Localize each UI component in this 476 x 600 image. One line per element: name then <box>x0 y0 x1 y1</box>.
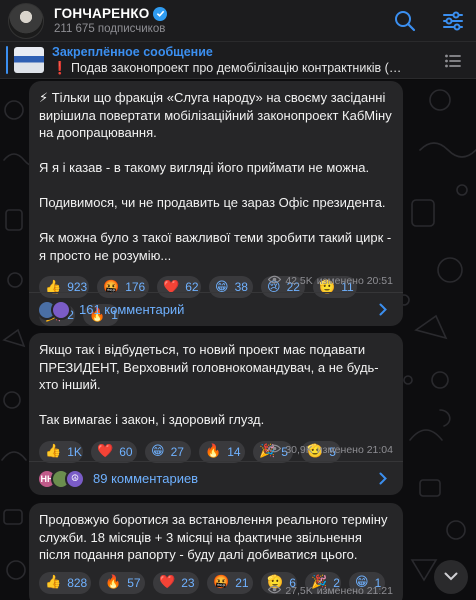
reaction-chip[interactable]: 👍 1K <box>39 440 83 463</box>
view-count: 30,9K <box>285 444 313 456</box>
comments-count: 161 комментарий <box>79 302 185 317</box>
chevron-down-icon <box>444 568 458 586</box>
post-paragraph: ⚡ Тільки що фракція «Слуга народу» на св… <box>39 90 392 140</box>
post-text: ⚡ Тільки що фракція «Слуга народу» на св… <box>39 89 393 264</box>
verified-icon <box>153 6 168 21</box>
pinned-list-icon[interactable] <box>444 52 462 75</box>
reaction-chip[interactable]: 🤬 21 <box>207 571 253 594</box>
pinned-indicator <box>6 46 8 74</box>
post-meta: 30,9K изменено 21:04 <box>268 444 393 456</box>
eye-icon <box>268 585 282 597</box>
edited-time: изменено 20:51 <box>316 275 393 287</box>
eye-icon <box>268 444 282 456</box>
channel-info[interactable]: ГОНЧАРЕНКО 211 675 подписчиков <box>54 6 168 35</box>
commenter-avatars: НН ☮ <box>37 468 85 489</box>
pinned-title: Закреплённое сообщение <box>52 44 213 59</box>
comments-button[interactable]: 161 комментарий <box>29 292 403 326</box>
post-paragraph: Подивимося, чи не продавить це зараз Офі… <box>39 195 386 210</box>
post-paragraph: Я я і казав - в такому вигляді його прий… <box>39 160 370 175</box>
chevron-right-icon <box>379 303 387 321</box>
post-meta: 27,5K изменено 21:21 <box>268 585 393 597</box>
reaction-chip[interactable]: ❤️ 23 <box>153 571 199 594</box>
eye-icon <box>268 275 282 287</box>
channel-title: ГОНЧАРЕНКО <box>54 6 150 21</box>
edited-time: изменено 21:04 <box>316 444 393 456</box>
reaction-chip[interactable]: 🔥 57 <box>99 571 145 594</box>
settings-sliders-icon[interactable] <box>441 9 465 33</box>
channel-post[interactable]: ⚡ Тільки що фракція «Слуга народу» на св… <box>29 81 403 326</box>
subscriber-count: 211 675 подписчиков <box>54 23 166 35</box>
search-icon[interactable] <box>393 9 417 33</box>
pinned-message-bar[interactable]: Закреплённое сообщение ❗ Подав законопро… <box>0 41 476 79</box>
comments-count: 89 комментариев <box>93 471 199 486</box>
channel-avatar[interactable] <box>8 2 44 39</box>
post-paragraph: Так вимагає і закон, і здоровий глузд. <box>39 412 265 427</box>
channel-header[interactable]: ГОНЧАРЕНКО 211 675 подписчиков <box>0 0 476 41</box>
edited-time: изменено 21:21 <box>316 585 393 597</box>
post-paragraph: Якщо так і відбудеться, то новий проект … <box>39 342 379 392</box>
reaction-chip[interactable]: 🔥 14 <box>199 440 245 463</box>
channel-title-row: ГОНЧАРЕНКО <box>54 6 168 21</box>
view-count: 27,5K <box>285 585 313 597</box>
avatar: ☮ <box>65 468 85 489</box>
avatar <box>51 299 71 320</box>
post-text: Продовжую боротися за встановлення реаль… <box>39 511 393 564</box>
pinned-thumbnail <box>14 47 44 73</box>
scroll-to-bottom-button[interactable] <box>434 560 468 594</box>
reaction-chip[interactable]: ❤️ 60 <box>91 440 137 463</box>
reaction-chip[interactable]: 😁 27 <box>145 440 191 463</box>
chevron-right-icon <box>379 472 387 490</box>
post-text: Якщо так і відбудеться, то новий проект … <box>39 341 393 429</box>
commenter-avatars <box>37 299 71 320</box>
channel-post[interactable]: Якщо так і відбудеться, то новий проект … <box>29 333 403 495</box>
view-count: 42,5K <box>285 275 313 287</box>
pinned-text: Закреплённое сообщение ❗ Подав законопро… <box>52 45 412 76</box>
pinned-preview: ❗ Подав законопроект про демобілізацію к… <box>52 60 412 75</box>
post-paragraph: Продовжую боротися за встановлення реаль… <box>39 512 388 562</box>
post-meta: 42,5K изменено 20:51 <box>268 275 393 287</box>
post-paragraph: Як можна було з такої важливої теми зроб… <box>39 230 392 263</box>
comments-button[interactable]: НН ☮ 89 комментариев <box>29 461 403 495</box>
channel-post[interactable]: Продовжую боротися за встановлення реаль… <box>29 503 403 600</box>
reaction-chip[interactable]: 👍 828 <box>39 571 91 594</box>
